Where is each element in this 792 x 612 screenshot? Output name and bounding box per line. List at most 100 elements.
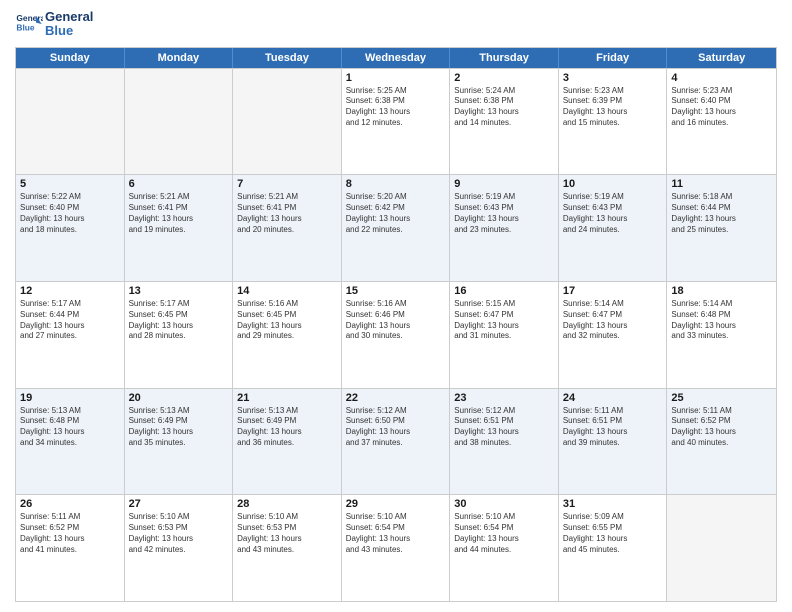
calendar-cell: 14 Sunrise: 5:16 AM Sunset: 6:45 PM Dayli… bbox=[233, 282, 342, 388]
page: General Blue General Blue SundayMondayTu… bbox=[0, 0, 792, 612]
logo-text: General Blue bbox=[45, 10, 93, 39]
day-info: Sunrise: 5:17 AM Sunset: 6:44 PM Dayligh… bbox=[20, 299, 120, 342]
day-number: 12 bbox=[20, 285, 120, 297]
header-day-thursday: Thursday bbox=[450, 48, 559, 68]
day-number: 16 bbox=[454, 285, 554, 297]
day-info: Sunrise: 5:17 AM Sunset: 6:45 PM Dayligh… bbox=[129, 299, 229, 342]
day-number: 30 bbox=[454, 498, 554, 510]
day-number: 25 bbox=[671, 392, 772, 404]
header-day-monday: Monday bbox=[125, 48, 234, 68]
calendar-cell: 10 Sunrise: 5:19 AM Sunset: 6:43 PM Dayli… bbox=[559, 175, 668, 281]
header-day-wednesday: Wednesday bbox=[342, 48, 451, 68]
calendar-cell: 19 Sunrise: 5:13 AM Sunset: 6:48 PM Dayli… bbox=[16, 389, 125, 495]
day-number: 14 bbox=[237, 285, 337, 297]
day-info: Sunrise: 5:11 AM Sunset: 6:51 PM Dayligh… bbox=[563, 406, 663, 449]
day-info: Sunrise: 5:14 AM Sunset: 6:48 PM Dayligh… bbox=[671, 299, 772, 342]
calendar-cell: 4 Sunrise: 5:23 AM Sunset: 6:40 PM Daylig… bbox=[667, 69, 776, 175]
day-number: 24 bbox=[563, 392, 663, 404]
calendar-cell: 21Sunrise: 5:13 AM Sunset: 6:49 PM Dayli… bbox=[233, 389, 342, 495]
calendar-cell: 23 Sunrise: 5:12 AM Sunset: 6:51 PM Dayli… bbox=[450, 389, 559, 495]
calendar-cell: 20 Sunrise: 5:13 AM Sunset: 6:49 PM Dayli… bbox=[125, 389, 234, 495]
day-info: Sunrise: 5:11 AM Sunset: 6:52 PM Dayligh… bbox=[20, 512, 120, 555]
calendar-cell: 1Sunrise: 5:25 AM Sunset: 6:38 PM Daylig… bbox=[342, 69, 451, 175]
day-number: 19 bbox=[20, 392, 120, 404]
day-number: 22 bbox=[346, 392, 446, 404]
calendar-row-1: 1Sunrise: 5:25 AM Sunset: 6:38 PM Daylig… bbox=[16, 68, 776, 175]
day-number: 1 bbox=[346, 72, 446, 84]
day-info: Sunrise: 5:20 AM Sunset: 6:42 PM Dayligh… bbox=[346, 192, 446, 235]
day-info: Sunrise: 5:11 AM Sunset: 6:52 PM Dayligh… bbox=[671, 406, 772, 449]
day-number: 6 bbox=[129, 178, 229, 190]
day-number: 2 bbox=[454, 72, 554, 84]
calendar-cell: 13 Sunrise: 5:17 AM Sunset: 6:45 PM Dayli… bbox=[125, 282, 234, 388]
calendar-row-4: 19 Sunrise: 5:13 AM Sunset: 6:48 PM Dayli… bbox=[16, 388, 776, 495]
calendar-cell: 25 Sunrise: 5:11 AM Sunset: 6:52 PM Dayli… bbox=[667, 389, 776, 495]
calendar-cell: 5 Sunrise: 5:22 AM Sunset: 6:40 PM Daylig… bbox=[16, 175, 125, 281]
calendar-cell: 2 Sunrise: 5:24 AM Sunset: 6:38 PM Daylig… bbox=[450, 69, 559, 175]
day-info: Sunrise: 5:13 AM Sunset: 6:48 PM Dayligh… bbox=[20, 406, 120, 449]
calendar-cell: 15 Sunrise: 5:16 AM Sunset: 6:46 PM Dayli… bbox=[342, 282, 451, 388]
day-number: 5 bbox=[20, 178, 120, 190]
day-number: 8 bbox=[346, 178, 446, 190]
calendar-cell: 7Sunrise: 5:21 AM Sunset: 6:41 PM Daylig… bbox=[233, 175, 342, 281]
calendar: SundayMondayTuesdayWednesdayThursdayFrid… bbox=[15, 47, 777, 602]
day-info: Sunrise: 5:14 AM Sunset: 6:47 PM Dayligh… bbox=[563, 299, 663, 342]
day-info: Sunrise: 5:10 AM Sunset: 6:53 PM Dayligh… bbox=[237, 512, 337, 555]
calendar-cell: 9 Sunrise: 5:19 AM Sunset: 6:43 PM Daylig… bbox=[450, 175, 559, 281]
header-day-sunday: Sunday bbox=[16, 48, 125, 68]
calendar-cell: 28Sunrise: 5:10 AM Sunset: 6:53 PM Dayli… bbox=[233, 495, 342, 601]
day-info: Sunrise: 5:09 AM Sunset: 6:55 PM Dayligh… bbox=[563, 512, 663, 555]
svg-text:Blue: Blue bbox=[16, 23, 34, 33]
day-number: 18 bbox=[671, 285, 772, 297]
day-info: Sunrise: 5:23 AM Sunset: 6:39 PM Dayligh… bbox=[563, 86, 663, 129]
header: General Blue General Blue bbox=[15, 10, 777, 39]
calendar-cell: 29Sunrise: 5:10 AM Sunset: 6:54 PM Dayli… bbox=[342, 495, 451, 601]
header-day-tuesday: Tuesday bbox=[233, 48, 342, 68]
calendar-cell: 26Sunrise: 5:11 AM Sunset: 6:52 PM Dayli… bbox=[16, 495, 125, 601]
day-number: 9 bbox=[454, 178, 554, 190]
day-info: Sunrise: 5:16 AM Sunset: 6:45 PM Dayligh… bbox=[237, 299, 337, 342]
day-info: Sunrise: 5:16 AM Sunset: 6:46 PM Dayligh… bbox=[346, 299, 446, 342]
calendar-body: 1Sunrise: 5:25 AM Sunset: 6:38 PM Daylig… bbox=[16, 68, 776, 601]
calendar-cell: 8 Sunrise: 5:20 AM Sunset: 6:42 PM Daylig… bbox=[342, 175, 451, 281]
calendar-header: SundayMondayTuesdayWednesdayThursdayFrid… bbox=[16, 48, 776, 68]
calendar-cell: 3 Sunrise: 5:23 AM Sunset: 6:39 PM Daylig… bbox=[559, 69, 668, 175]
day-number: 21 bbox=[237, 392, 337, 404]
day-number: 27 bbox=[129, 498, 229, 510]
logo: General Blue General Blue bbox=[15, 10, 93, 39]
day-info: Sunrise: 5:22 AM Sunset: 6:40 PM Dayligh… bbox=[20, 192, 120, 235]
day-number: 23 bbox=[454, 392, 554, 404]
day-number: 13 bbox=[129, 285, 229, 297]
calendar-cell: 6 Sunrise: 5:21 AM Sunset: 6:41 PM Daylig… bbox=[125, 175, 234, 281]
calendar-cell bbox=[16, 69, 125, 175]
day-number: 31 bbox=[563, 498, 663, 510]
day-number: 3 bbox=[563, 72, 663, 84]
day-info: Sunrise: 5:10 AM Sunset: 6:54 PM Dayligh… bbox=[454, 512, 554, 555]
day-number: 20 bbox=[129, 392, 229, 404]
calendar-row-3: 12 Sunrise: 5:17 AM Sunset: 6:44 PM Dayli… bbox=[16, 281, 776, 388]
calendar-cell: 22Sunrise: 5:12 AM Sunset: 6:50 PM Dayli… bbox=[342, 389, 451, 495]
day-number: 15 bbox=[346, 285, 446, 297]
calendar-cell: 27Sunrise: 5:10 AM Sunset: 6:53 PM Dayli… bbox=[125, 495, 234, 601]
day-info: Sunrise: 5:23 AM Sunset: 6:40 PM Dayligh… bbox=[671, 86, 772, 129]
day-number: 4 bbox=[671, 72, 772, 84]
calendar-cell: 16 Sunrise: 5:15 AM Sunset: 6:47 PM Dayli… bbox=[450, 282, 559, 388]
day-number: 29 bbox=[346, 498, 446, 510]
calendar-cell bbox=[233, 69, 342, 175]
day-info: Sunrise: 5:12 AM Sunset: 6:51 PM Dayligh… bbox=[454, 406, 554, 449]
day-info: Sunrise: 5:13 AM Sunset: 6:49 PM Dayligh… bbox=[129, 406, 229, 449]
day-info: Sunrise: 5:15 AM Sunset: 6:47 PM Dayligh… bbox=[454, 299, 554, 342]
day-number: 17 bbox=[563, 285, 663, 297]
day-info: Sunrise: 5:19 AM Sunset: 6:43 PM Dayligh… bbox=[454, 192, 554, 235]
day-info: Sunrise: 5:21 AM Sunset: 6:41 PM Dayligh… bbox=[129, 192, 229, 235]
calendar-cell bbox=[125, 69, 234, 175]
calendar-cell: 11Sunrise: 5:18 AM Sunset: 6:44 PM Dayli… bbox=[667, 175, 776, 281]
day-number: 10 bbox=[563, 178, 663, 190]
calendar-cell: 31 Sunrise: 5:09 AM Sunset: 6:55 PM Dayli… bbox=[559, 495, 668, 601]
logo-icon: General Blue bbox=[15, 10, 43, 38]
day-info: Sunrise: 5:19 AM Sunset: 6:43 PM Dayligh… bbox=[563, 192, 663, 235]
calendar-row-5: 26Sunrise: 5:11 AM Sunset: 6:52 PM Dayli… bbox=[16, 494, 776, 601]
header-day-friday: Friday bbox=[559, 48, 668, 68]
day-info: Sunrise: 5:24 AM Sunset: 6:38 PM Dayligh… bbox=[454, 86, 554, 129]
header-day-saturday: Saturday bbox=[667, 48, 776, 68]
